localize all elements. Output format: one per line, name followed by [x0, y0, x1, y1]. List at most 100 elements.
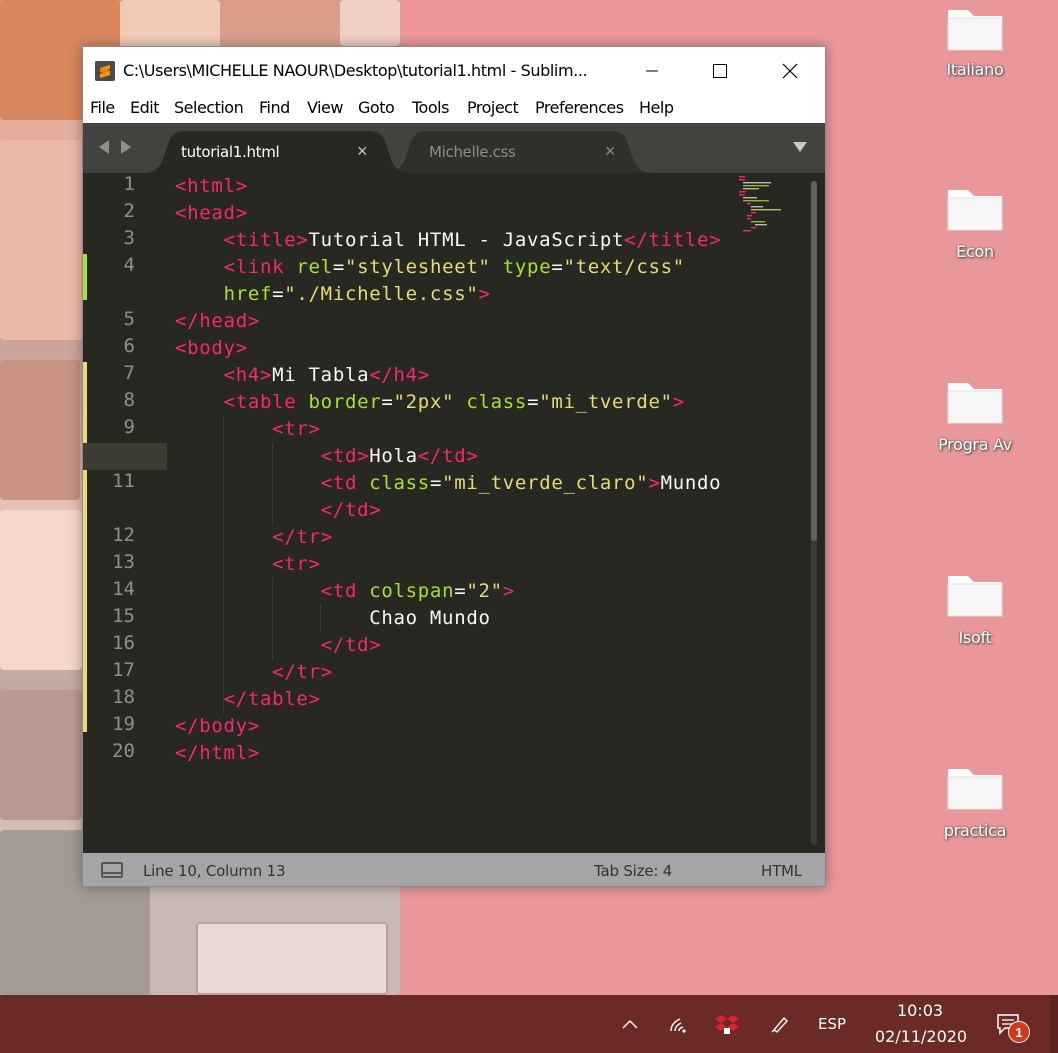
code-token: < — [320, 580, 333, 602]
minimap[interactable] — [739, 175, 799, 235]
tab-michelle-css[interactable]: Michelle.css × — [389, 131, 649, 173]
code-line[interactable]: <td colspan="2"> — [175, 580, 515, 602]
line-number: 14 — [112, 578, 135, 600]
tab-forward-arrow-icon[interactable] — [121, 140, 131, 154]
desktop-folder-econ[interactable]: Econ — [925, 180, 1025, 261]
menu-selection[interactable]: Selection — [174, 98, 244, 117]
code-token: class — [369, 472, 430, 494]
folder-icon — [942, 180, 1008, 236]
code-line[interactable]: </td> — [175, 499, 381, 521]
code-line[interactable]: <tr> — [175, 418, 321, 440]
code-line[interactable]: <title>Tutorial HTML - JavaScript</title… — [175, 229, 721, 251]
maximize-icon — [713, 64, 727, 78]
code-line[interactable]: <h4>Mi Tabla</h4> — [175, 364, 430, 386]
code-token: = — [381, 391, 394, 413]
tab-size[interactable]: Tab Size: 4 — [594, 862, 672, 880]
code-token: body — [199, 715, 248, 737]
code-line[interactable]: <tr> — [175, 553, 321, 575]
code-line[interactable]: <td>Hola</td> — [175, 445, 479, 467]
folder-icon — [942, 759, 1008, 815]
show-hidden-icons-chevron-icon[interactable] — [614, 995, 646, 1053]
code-line[interactable]: </tr> — [175, 526, 333, 548]
maximize-button[interactable] — [685, 47, 755, 95]
code-line[interactable]: </head> — [175, 310, 260, 332]
input-language[interactable]: ESP — [818, 1015, 846, 1033]
code-token: = — [332, 256, 345, 278]
tab-tutorial1-html[interactable]: tutorial1.html × — [147, 131, 407, 173]
line-number: 17 — [112, 659, 135, 681]
code-line[interactable]: <table border="2px" class="mi_tverde"> — [175, 391, 685, 413]
clock-time[interactable]: 10:03 — [880, 1001, 960, 1020]
pen-icon[interactable] — [764, 995, 796, 1053]
code-token: </ — [175, 310, 200, 332]
panel-toggle-icon[interactable] — [101, 862, 123, 878]
code-line[interactable]: <td class="mi_tverde_claro">Mundo — [175, 472, 721, 494]
minimize-button[interactable] — [617, 47, 687, 95]
menu-edit[interactable]: Edit — [130, 98, 159, 117]
desktop-folder-progra-av[interactable]: Progra Av — [925, 373, 1025, 454]
code-token: Chao Mundo — [175, 607, 491, 629]
code-line[interactable]: </html> — [175, 742, 260, 764]
desktop-folder-italiano[interactable]: Italiano — [925, 0, 1025, 79]
tab-close-icon[interactable]: × — [357, 141, 368, 162]
line-number: 11 — [112, 470, 135, 492]
minimize-icon — [646, 70, 658, 72]
code-line[interactable]: </tr> — [175, 661, 333, 683]
tab-back-arrow-icon[interactable] — [99, 140, 109, 154]
code-line[interactable]: </body> — [175, 715, 260, 737]
code-line[interactable]: <html> — [175, 175, 248, 197]
code-token: < — [223, 364, 236, 386]
menu-project[interactable]: Project — [467, 98, 519, 117]
code-line[interactable]: <link rel="stylesheet" type="text/css" — [175, 256, 685, 278]
code-line[interactable]: <body> — [175, 337, 248, 359]
code-token: Hola — [369, 445, 418, 467]
code-token: tr — [296, 661, 321, 683]
code-token: href — [223, 283, 273, 305]
code-token: > — [235, 337, 248, 359]
code-token: > — [417, 364, 430, 386]
menu-tools[interactable]: Tools — [412, 98, 449, 117]
code-editor[interactable]: 1234567891011121314151617181920 <html><h… — [83, 173, 825, 853]
code-line[interactable]: <head> — [175, 202, 248, 224]
tab-list-dropdown-icon[interactable] — [793, 142, 807, 152]
menu-file[interactable]: File — [90, 98, 115, 117]
code-token: < — [272, 553, 285, 575]
desktop-folder-practica[interactable]: practica — [925, 759, 1025, 840]
code-token: = — [272, 283, 285, 305]
code-token: </ — [175, 742, 200, 764]
vertical-scrollbar[interactable] — [811, 181, 817, 845]
code-token: "stylesheet" — [344, 256, 491, 278]
code-token: > — [672, 391, 685, 413]
code-line[interactable]: href="./Michelle.css"> — [175, 283, 491, 305]
code-line[interactable]: Chao Mundo — [175, 607, 491, 629]
menu-find[interactable]: Find — [259, 98, 290, 117]
cursor-position[interactable]: Line 10, Column 13 — [143, 862, 286, 880]
line-number: 1 — [123, 173, 135, 195]
folder-icon — [942, 373, 1008, 429]
code-token: head — [199, 310, 248, 332]
desktop-folder-isoft[interactable]: Isoft — [925, 566, 1025, 647]
dropbox-icon[interactable] — [710, 995, 744, 1053]
code-line[interactable]: </td> — [175, 634, 381, 656]
show-desktop-button[interactable] — [1050, 995, 1058, 1053]
clock-date[interactable]: 02/11/2020 — [866, 1027, 976, 1046]
syntax-mode[interactable]: HTML — [761, 862, 802, 880]
code-token: h4 — [235, 364, 260, 386]
code-line[interactable]: </table> — [175, 688, 321, 710]
code-token: = — [527, 391, 540, 413]
code-token: td — [332, 472, 358, 494]
menu-view[interactable]: View — [307, 98, 343, 117]
tab-close-icon[interactable]: × — [605, 141, 616, 162]
title-bar[interactable]: C:\Users\MICHELLE NAOUR\Desktop\tutorial… — [83, 47, 825, 95]
close-button[interactable] — [755, 47, 825, 95]
menu-help[interactable]: Help — [639, 98, 674, 117]
code-token: head — [187, 202, 236, 224]
line-number: 20 — [112, 740, 135, 762]
menu-preferences[interactable]: Preferences — [535, 98, 624, 117]
git-change-marker — [83, 254, 87, 300]
wifi-icon[interactable] — [662, 995, 696, 1053]
menu-goto[interactable]: Goto — [358, 98, 395, 117]
scrollbar-thumb[interactable] — [811, 181, 817, 541]
